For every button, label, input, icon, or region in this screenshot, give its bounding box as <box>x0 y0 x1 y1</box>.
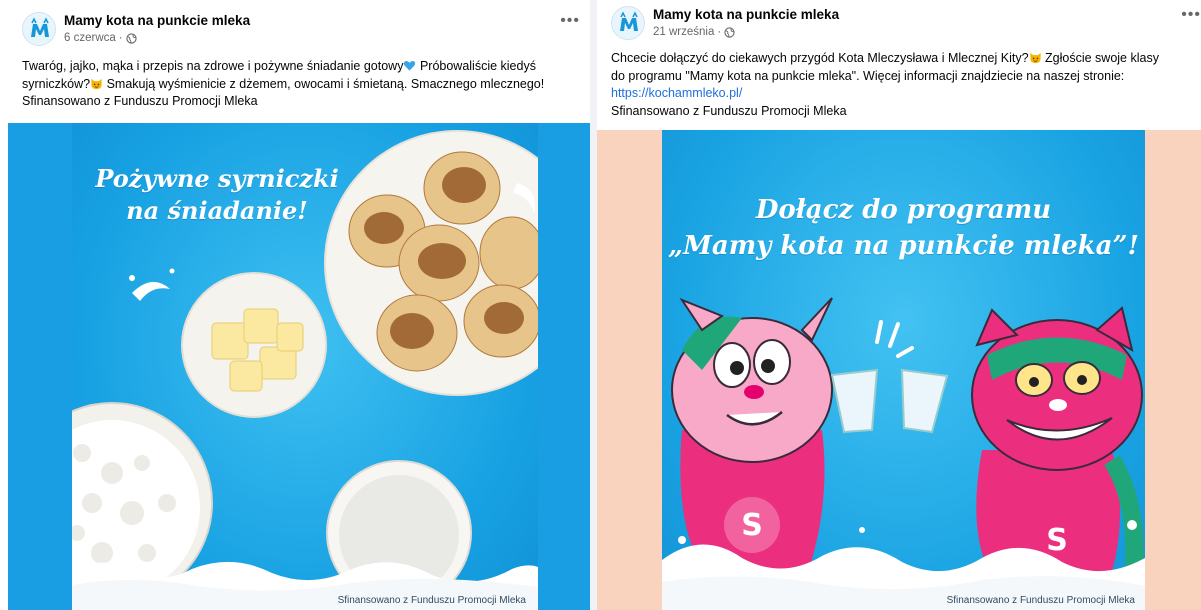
website-link[interactable]: https://kochammleko.pl/ <box>611 86 742 100</box>
post-meta: 6 czerwca · <box>64 32 137 44</box>
page-avatar[interactable] <box>22 12 56 46</box>
logo-m-icon <box>613 8 644 39</box>
text-line-3: Sfinansowano z Funduszu Promocji Mleka <box>22 94 258 108</box>
text-line-2: do programu "Mamy kota na punkcie mleka"… <box>611 68 1125 83</box>
image-credit: Sfinansowano z Funduszu Promocji Mleka <box>337 595 526 606</box>
image-credit: Sfinansowano z Funduszu Promocji Mleka <box>946 595 1135 606</box>
logo-m-icon <box>24 14 55 45</box>
svg-text:S: S <box>1046 523 1068 558</box>
text-line-2: syrniczków? Smakują wyśmienicie z dżemem… <box>22 76 545 91</box>
globe-icon[interactable] <box>724 26 735 38</box>
svg-text:S: S <box>741 508 763 543</box>
cats-illustration: S S <box>662 297 1145 610</box>
post-date[interactable]: 21 września <box>653 26 714 38</box>
text-line-1: Chcecie dołączyć do ciekawych przygód Ko… <box>611 51 1159 65</box>
cat-face-emoji-icon <box>1029 52 1041 64</box>
text-line-1: Twaróg, jajko, mąka i przepis na zdrowe … <box>22 59 536 73</box>
more-options-button[interactable]: ••• <box>1181 6 1201 24</box>
page-name-link[interactable]: Mamy kota na punkcie mleka <box>64 13 250 28</box>
page-avatar[interactable] <box>611 6 645 40</box>
text-line-3: https://kochammleko.pl/ <box>611 85 1201 103</box>
post-image-syrniczki[interactable]: Pożywne syrniczki na śniadanie! Sfinanso… <box>8 123 590 610</box>
post-image-cats-program[interactable]: Dołącz do programu „Mamy kota na punkcie… <box>597 130 1201 610</box>
food-illustration <box>72 130 538 610</box>
post-header: Mamy kota na punkcie mleka 21 września · <box>611 4 1201 44</box>
post-card-2: Mamy kota na punkcie mleka 21 września ·… <box>597 0 1201 610</box>
blue-heart-icon <box>404 60 416 71</box>
post-header: Mamy kota na punkcie mleka 6 czerwca · <box>22 10 590 50</box>
page-name-link[interactable]: Mamy kota na punkcie mleka <box>653 7 839 22</box>
image-panel: Pożywne syrniczki na śniadanie! Sfinanso… <box>72 123 538 610</box>
globe-icon[interactable] <box>125 32 137 44</box>
feed-divider <box>590 0 597 610</box>
image-panel: Dołącz do programu „Mamy kota na punkcie… <box>662 130 1145 610</box>
post-meta: 21 września · <box>653 26 735 38</box>
post-card-1: Mamy kota na punkcie mleka 6 czerwca · •… <box>0 0 590 610</box>
text-line-4: Sfinansowano z Funduszu Promocji Mleka <box>611 103 847 118</box>
post-date[interactable]: 6 czerwca <box>64 32 116 44</box>
post-text: Twaróg, jajko, mąka i przepis na zdrowe … <box>22 58 582 111</box>
cat-face-emoji-icon <box>91 78 102 89</box>
meta-separator: · <box>118 32 123 44</box>
post-text: Chcecie dołączyć do ciekawych przygód Ko… <box>611 50 1201 120</box>
meta-separator: · <box>717 26 722 38</box>
more-options-button[interactable]: ••• <box>560 12 580 30</box>
